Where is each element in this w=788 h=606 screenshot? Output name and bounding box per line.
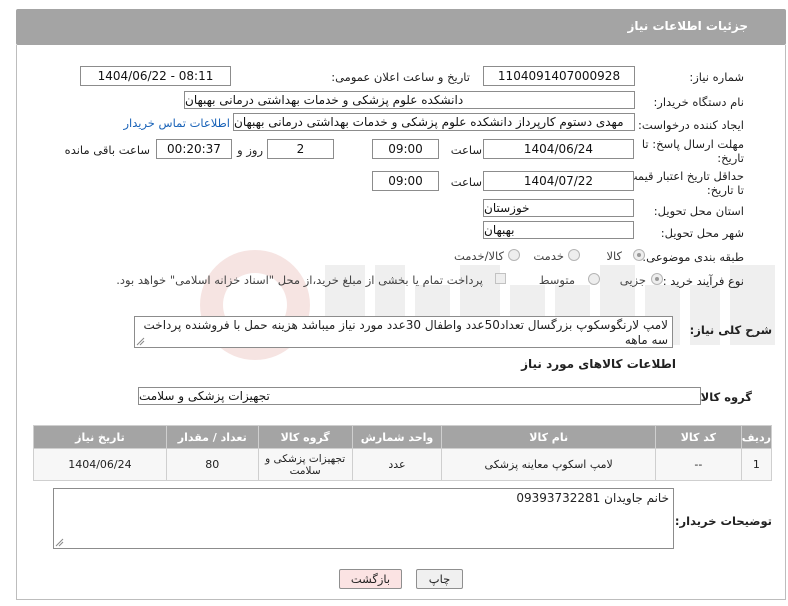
cell-quantity: 80 (165, 448, 259, 481)
cell-code: -- (654, 448, 742, 481)
cell-row: 1 (740, 448, 773, 481)
price-validity-date-field[interactable]: 1404/07/22 (483, 171, 634, 191)
process-label: نوع فرآیند خرید : (662, 274, 744, 288)
goods-group-label: گروه کالا: (696, 390, 752, 404)
requester-label: ایجاد کننده درخواست: (638, 118, 744, 132)
goods-group-field[interactable]: تجهیزات پزشکی و سلامت (138, 387, 701, 405)
page-title: جزئیات اطلاعات نیاز (627, 19, 748, 33)
category-radio-service[interactable] (568, 249, 580, 261)
province-label: استان محل تحویل: (653, 204, 744, 218)
announce-datetime-field[interactable]: 1404/06/22 - 08:11 (80, 66, 231, 86)
deadline-date-field[interactable]: 1404/06/24 (483, 139, 634, 159)
days-remaining-field[interactable]: 2 (267, 139, 334, 159)
resize-grip-icon[interactable] (136, 337, 145, 346)
city-field[interactable]: بهبهان (483, 221, 634, 239)
city-label: شهر محل تحویل: (660, 226, 744, 240)
cell-group: تجهیزات پزشکی و سلامت (257, 448, 353, 481)
description-textarea[interactable]: لامپ لارنگوسکوپ بزرگسال تعداد50عدد واطفا… (134, 316, 673, 348)
need-number-label: شماره نیاز: (689, 70, 744, 84)
process-option-minor: جزیی (619, 273, 646, 287)
category-option-goods: کالا (606, 249, 622, 263)
province-field[interactable]: خوزستان (483, 199, 634, 217)
col-need-date: تاریخ نیاز (33, 425, 167, 449)
buyer-notes-textarea[interactable]: خانم جاویدان 09393732281 (53, 488, 674, 549)
announce-datetime-label: تاریخ و ساعت اعلان عمومی: (331, 70, 470, 84)
page-header: جزئیات اطلاعات نیاز (16, 9, 786, 45)
back-button[interactable]: بازگشت (339, 569, 402, 589)
time-remaining-field[interactable]: 00:20:37 (156, 139, 232, 159)
time-remaining-label: ساعت باقی مانده (64, 143, 150, 157)
col-group: گروه کالا (257, 425, 353, 449)
days-label: روز و (237, 143, 263, 157)
items-table: ردیف کد کالا نام کالا واحد شمارش گروه کا… (33, 425, 773, 481)
cell-need-date: 1404/06/24 (33, 448, 167, 481)
category-radio-goods-service[interactable] (508, 249, 520, 261)
category-radio-goods[interactable] (633, 249, 645, 261)
deadline-time-field[interactable]: 09:00 (372, 139, 439, 159)
requester-field[interactable]: مهدی دستوم کارپرداز دانشکده علوم پزشکی و… (233, 113, 635, 131)
buyer-org-field[interactable]: دانشکده علوم پزشکی و خدمات بهداشتی درمان… (184, 91, 635, 109)
buyer-notes-label: توضیحات خریدار: (674, 514, 772, 528)
col-row: ردیف (740, 425, 773, 449)
resize-grip-icon[interactable] (55, 538, 64, 547)
price-validity-date-label: تا تاریخ: (706, 183, 744, 197)
buyer-contact-link[interactable]: اطلاعات تماس خریدار (123, 116, 230, 130)
col-quantity: تعداد / مقدار (165, 425, 259, 449)
price-validity-time-field[interactable]: 09:00 (372, 171, 439, 191)
price-validity-label: حداقل تاریخ اعتبار قیمت: (622, 169, 744, 183)
cell-unit: عدد (351, 448, 443, 481)
category-option-service: خدمت (533, 249, 564, 263)
table-header-row: ردیف کد کالا نام کالا واحد شمارش گروه کا… (33, 425, 773, 449)
buyer-org-label: نام دستگاه خریدار: (653, 95, 744, 109)
category-option-goods-service: کالا/خدمت (453, 249, 504, 263)
col-code: کد کالا (654, 425, 742, 449)
treasury-checkbox[interactable] (495, 273, 506, 284)
cell-name: لامپ اسکوپ معاینه پزشکی (441, 448, 656, 481)
process-radio-minor[interactable] (651, 273, 663, 285)
price-validity-time-label: ساعت (450, 175, 482, 189)
description-label: شرح کلی نیاز: (689, 323, 772, 337)
goods-info-title: اطلاعات کالاهای مورد نیاز (521, 357, 676, 371)
print-button[interactable]: چاپ (416, 569, 463, 589)
need-number-field[interactable]: 1104091407000928 (483, 66, 635, 86)
deadline-time-label: ساعت (450, 143, 482, 157)
deadline-label: مهلت ارسال پاسخ: تا (641, 137, 744, 151)
col-name: نام کالا (441, 425, 656, 449)
process-option-medium: متوسط (538, 273, 575, 287)
process-radio-medium[interactable] (588, 273, 600, 285)
category-label: طبقه بندی موضوعی: (642, 250, 744, 264)
treasury-note: پرداخت تمام یا بخشی از مبلغ خرید،از محل … (116, 273, 483, 287)
col-unit: واحد شمارش (351, 425, 443, 449)
deadline-date-label: تاریخ: (717, 151, 744, 165)
table-row[interactable]: 1 -- لامپ اسکوپ معاینه پزشکی عدد تجهیزات… (33, 448, 773, 481)
